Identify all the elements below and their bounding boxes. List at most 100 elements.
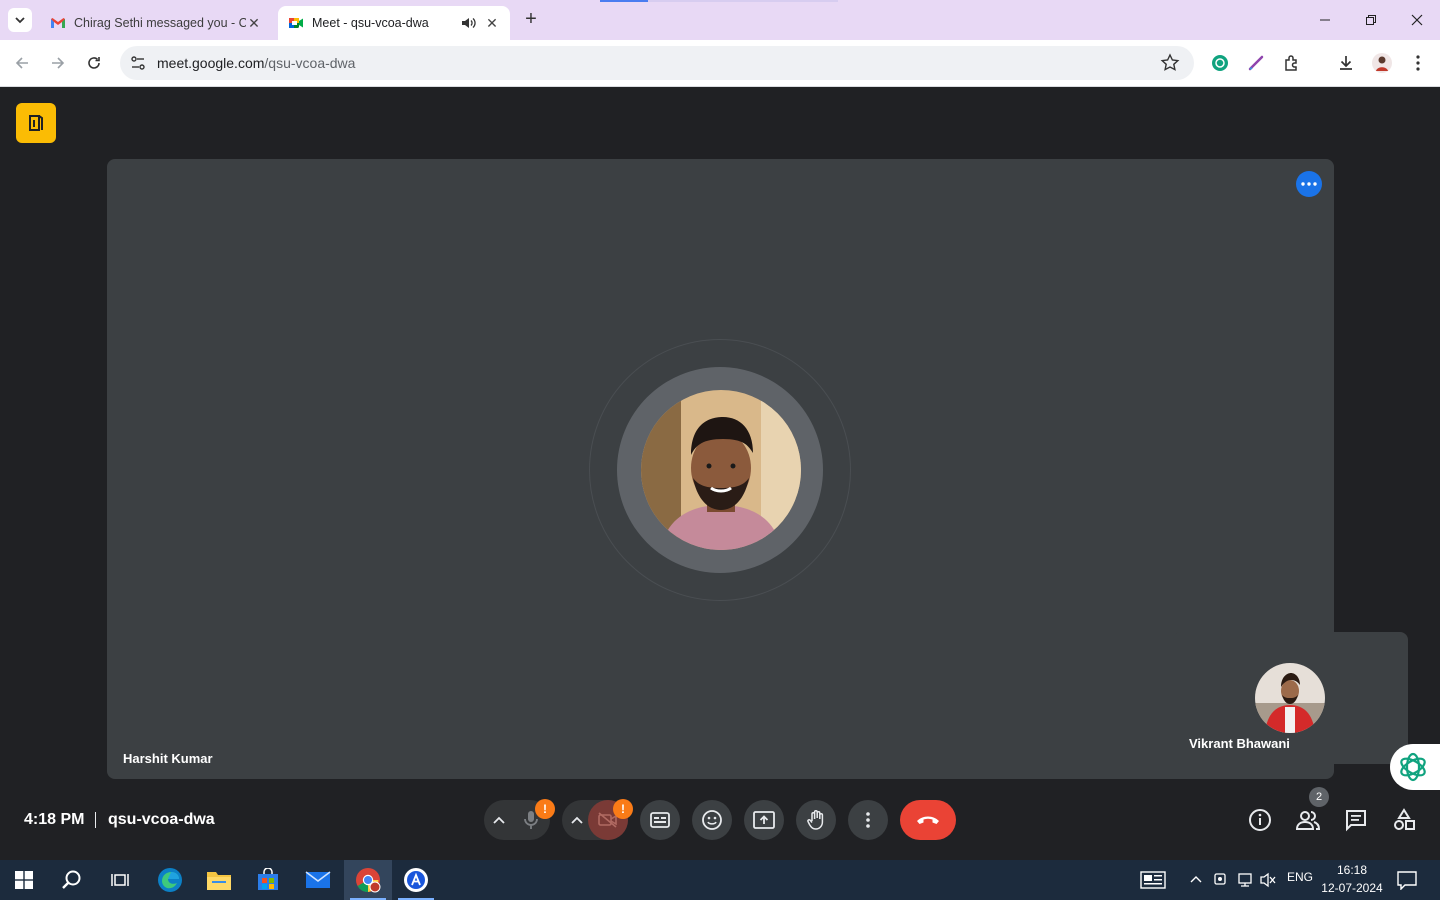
meet-icon [289, 18, 303, 28]
chat-button[interactable] [1342, 806, 1370, 834]
task-view-button[interactable] [96, 860, 144, 900]
taskbar-store[interactable] [244, 860, 292, 900]
tab-group-indicator [600, 0, 648, 2]
meet-stage: Harshit Kumar Vikrant Bhawani 4:18 PM qs… [0, 87, 1440, 860]
restore-button[interactable] [1348, 0, 1394, 40]
url-host: meet.google.com [157, 55, 265, 71]
participant-tile-main[interactable]: Harshit Kumar [107, 159, 1334, 779]
start-button[interactable] [0, 860, 48, 900]
avatar [1255, 663, 1325, 733]
browser-toolbar: meet.google.com/qsu-vcoa-dwa [0, 40, 1440, 87]
taskbar-chrome[interactable] [344, 860, 392, 900]
tile-options-button[interactable] [1296, 171, 1322, 197]
system-date[interactable]: 12-07-2024 [1318, 881, 1386, 895]
leave-call-button[interactable] [900, 800, 956, 840]
gmail-icon [51, 18, 65, 28]
chat-icon [1346, 810, 1366, 832]
close-tab-icon[interactable]: ✕ [484, 15, 500, 32]
close-window-button[interactable] [1394, 0, 1440, 40]
search-button[interactable] [48, 860, 96, 900]
more-options-button[interactable] [848, 800, 888, 840]
chatgpt-extension-icon[interactable] [1209, 52, 1231, 74]
tab-title: Chirag Sethi messaged you - Ch [74, 16, 246, 30]
shapes-icon [1394, 808, 1415, 830]
companion-mode-icon[interactable] [16, 103, 56, 143]
url-path: /qsu-vcoa-dwa [264, 55, 356, 71]
phone-hangup-icon [917, 816, 939, 824]
url-text: meet.google.com/qsu-vcoa-dwa [157, 55, 355, 71]
address-bar[interactable]: meet.google.com/qsu-vcoa-dwa [120, 46, 1194, 80]
more-horizontal-icon [1301, 182, 1317, 186]
volume-muted-icon[interactable] [1259, 871, 1277, 894]
edge-icon [158, 868, 182, 892]
extensions-puzzle-icon[interactable] [1281, 52, 1303, 74]
tray-overflow-chevron-icon[interactable] [1189, 872, 1203, 891]
tab-gmail[interactable]: Chirag Sethi messaged you - Ch ✕ [40, 6, 272, 40]
site-settings-icon[interactable] [128, 53, 148, 73]
restore-icon [1366, 15, 1376, 25]
minimize-button[interactable] [1302, 0, 1348, 40]
chrome-icon [356, 868, 381, 893]
camera-warning-badge: ! [613, 799, 633, 819]
chevron-up-icon [493, 816, 505, 824]
openai-icon [1400, 752, 1426, 782]
camera-in-use-icon[interactable] [1213, 871, 1229, 894]
new-tab-button[interactable]: + [520, 9, 542, 31]
system-time[interactable]: 16:18 [1322, 863, 1382, 877]
close-tab-icon[interactable]: ✕ [246, 15, 262, 32]
meeting-details-button[interactable] [1246, 806, 1274, 834]
video-options-button[interactable] [567, 810, 587, 830]
chevron-up-icon [571, 816, 583, 824]
tab-search-button[interactable] [8, 8, 32, 32]
tab-group-indicator-secondary [648, 0, 838, 2]
news-widget-icon[interactable] [1140, 870, 1166, 895]
arrow-left-icon [15, 57, 28, 69]
hand-icon [807, 810, 824, 830]
people-icon [1295, 811, 1321, 830]
raise-hand-button[interactable] [796, 800, 836, 840]
taskbar-mail[interactable] [294, 860, 342, 900]
task-view-icon [111, 874, 129, 886]
chatgpt-floating-button[interactable] [1390, 744, 1440, 790]
forward-button[interactable] [46, 51, 70, 75]
tab-title: Meet - qsu-vcoa-dwa [312, 16, 429, 30]
taskbar-file-explorer[interactable] [195, 860, 243, 900]
close-icon [1411, 14, 1423, 26]
present-screen-button[interactable] [744, 800, 784, 840]
notification-center-icon[interactable] [1396, 870, 1418, 895]
mail-icon [305, 871, 331, 888]
participant-name: Harshit Kumar [123, 751, 213, 766]
network-icon[interactable] [1236, 871, 1254, 894]
tab-meet[interactable]: Meet - qsu-vcoa-dwa ✕ [278, 6, 510, 40]
search-icon [62, 870, 81, 889]
emoji-reactions-button[interactable] [692, 800, 732, 840]
emoji-icon [702, 810, 722, 830]
chevron-down-icon [15, 17, 25, 24]
windows-icon [15, 871, 33, 889]
participant-name: Vikrant Bhawani [1189, 736, 1290, 751]
participant-tile-self[interactable]: Vikrant Bhawani [1173, 632, 1408, 764]
info-icon [1249, 809, 1271, 831]
windows-taskbar: ENG 16:18 12-07-2024 [0, 860, 1440, 900]
reload-button[interactable] [82, 51, 106, 75]
people-button[interactable] [1294, 806, 1322, 834]
taskbar-app[interactable] [392, 860, 440, 900]
input-language[interactable]: ENG [1287, 870, 1313, 884]
app-icon [404, 868, 428, 892]
pen-extension-icon[interactable] [1245, 52, 1267, 74]
closed-captions-icon [650, 812, 670, 828]
present-icon [753, 811, 775, 829]
speaker-icon[interactable] [460, 15, 478, 31]
meeting-clock: 4:18 PM [24, 811, 85, 828]
chrome-menu-icon[interactable] [1407, 52, 1429, 74]
meeting-code: qsu-vcoa-dwa [108, 811, 215, 828]
profile-avatar[interactable] [1371, 52, 1393, 74]
back-button[interactable] [10, 51, 34, 75]
activities-button[interactable] [1390, 806, 1418, 834]
audio-options-button[interactable] [489, 810, 509, 830]
taskbar-edge[interactable] [146, 860, 194, 900]
bookmark-star-icon[interactable] [1160, 53, 1180, 73]
downloads-icon[interactable] [1335, 52, 1357, 74]
captions-button[interactable] [640, 800, 680, 840]
minimize-icon [1320, 19, 1330, 21]
